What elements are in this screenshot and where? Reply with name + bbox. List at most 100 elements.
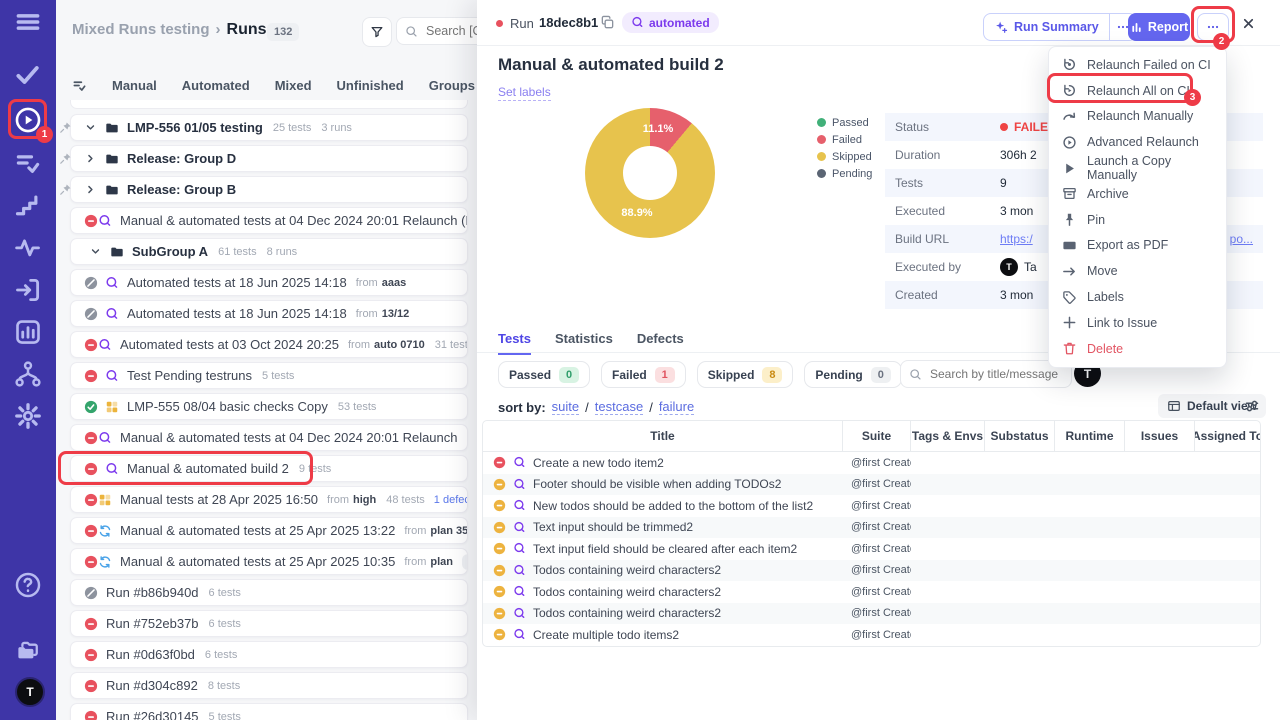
column-header[interactable]: Substatus [985,421,1055,451]
column-header[interactable]: Assigned To [1195,421,1260,451]
table-row[interactable]: New todos should be added to the bottom … [483,495,1260,517]
menu-item-pin[interactable]: Pin [1049,207,1226,233]
close-icon[interactable] [1241,16,1256,31]
group-row[interactable]: LMP-556 01/05 testing 25 tests 3 runs [70,114,468,141]
build-url-link[interactable]: https:/ [1000,232,1033,246]
run-row[interactable]: Manual tests at 28 Apr 2025 16:50 from hig… [70,486,468,513]
menu-item-advanced-relaunch[interactable]: Advanced Relaunch [1049,129,1226,155]
app-root: T Mixed Runs testing › Runs 132 Manual Auto… [0,0,1280,720]
sidebar-analytics-icon[interactable] [14,318,42,346]
sidebar-activity-icon[interactable] [14,233,42,261]
run-row[interactable]: Run #b86b940d 6 tests [70,579,468,606]
breadcrumb-project[interactable]: Mixed Runs testing [72,21,210,38]
view-settings-icon[interactable] [1244,398,1260,414]
column-header[interactable]: Tags & Envs [911,421,985,451]
menu-item-labels[interactable]: Labels [1049,284,1226,310]
run-row[interactable]: Manual & automated tests at 04 Dec 2024 … [70,424,468,451]
breadcrumb-section[interactable]: Runs [227,21,267,38]
sidebar-user-avatar[interactable]: T [15,677,45,707]
from-label: from [347,338,370,351]
export-pdf-icon: PDF [1062,238,1077,253]
group-row[interactable]: Release: Group D [70,145,468,172]
table-row[interactable]: Create a new todo item2 @first Create ... [483,452,1260,474]
table-row[interactable]: Footer should be visible when adding TOD… [483,473,1260,495]
table-row[interactable]: Todos containing weird characters2 @first… [483,581,1260,603]
report-button[interactable]: Report [1128,13,1190,41]
menu-item-relaunch-manually[interactable]: Relaunch Manually [1049,104,1226,130]
group-row[interactable]: SubGroup A 61 tests 8 runs [70,238,468,265]
filter-chip-pending[interactable]: Pending 0 [804,361,902,388]
run-row[interactable]: Automated tests at 18 Jun 2025 14:18 from… [70,269,468,296]
runs-tab-manual[interactable]: Manual [112,78,157,93]
runs-tab-groups[interactable]: Groups [429,78,475,93]
sidebar-results-icon[interactable] [14,61,42,89]
table-row[interactable]: Create multiple todo items2 @first Create… [483,624,1260,646]
table-row[interactable]: Todos containing weird characters2 @first… [483,602,1260,624]
menu-item-move[interactable]: Move [1049,258,1226,284]
sidebar-projects-icon[interactable] [14,637,42,665]
sidebar-import-icon[interactable] [14,276,42,304]
menu-item-relaunch-failed-on-ci[interactable]: Relaunch Failed on CI [1049,52,1226,78]
sort-link-suite[interactable]: suite [551,399,580,415]
runs-tab-mixed[interactable]: Mixed [275,78,312,93]
set-labels-link[interactable]: Set labels [498,85,551,101]
tests-search-input[interactable] [928,366,1062,382]
run-row[interactable]: Run #26d30145 5 tests [70,703,468,720]
table-row[interactable]: Text input field should be cleared after… [483,538,1260,560]
sidebar-test-cases-icon[interactable] [14,149,42,177]
menu-item-delete[interactable]: Delete [1049,336,1226,362]
chevron-down-icon[interactable] [89,245,102,258]
chevron-right-icon[interactable] [84,152,97,165]
table-row[interactable]: Text input should be trimmed2 @first Crea… [483,516,1260,538]
more-actions-button[interactable] [1197,13,1229,41]
column-header[interactable]: Suite [843,421,911,451]
filter-button[interactable] [362,17,392,47]
run-row[interactable]: Run #0d63f0bd 6 tests [70,641,468,668]
build-url-link-end[interactable]: po... [1230,232,1253,246]
menu-item-launch-a-copy-manually[interactable]: Launch a Copy Manually [1049,154,1226,182]
run-row[interactable]: Automated tests at 03 Oct 2024 20:25 from… [70,331,468,358]
column-header[interactable]: Runtime [1055,421,1125,451]
table-row[interactable]: Todos containing weird characters2 @first… [483,559,1260,581]
column-header[interactable]: Title [483,421,843,451]
run-row[interactable]: Manual & automated tests at 25 Apr 2025 … [70,517,468,544]
sort-link-testcase[interactable]: testcase [594,399,644,415]
chevron-down-icon[interactable] [84,121,97,134]
sidebar-settings-icon[interactable] [14,402,42,430]
from-value: auto 0710 [373,338,425,351]
runs-tab-automated[interactable]: Automated [182,78,250,93]
column-header[interactable]: Issues [1125,421,1195,451]
chevron-right-icon[interactable] [84,183,97,196]
sidebar-steps-icon[interactable] [14,191,42,219]
runs-tab-unfinished[interactable]: Unfinished [337,78,404,93]
filter-chip-skipped[interactable]: Skipped 8 [696,361,794,388]
sidebar-help-icon[interactable] [14,571,42,599]
group-row[interactable]: Release: Group B [70,176,468,203]
menu-item-link-to-issue[interactable]: Link to Issue [1049,310,1226,336]
filter-chip-passed[interactable]: Passed 0 [498,361,591,388]
run-row[interactable]: Automated tests at 18 Jun 2025 14:18 from… [70,300,468,327]
sidebar-branches-icon[interactable] [14,360,42,388]
run-row[interactable]: LMP-555 08/04 basic checks Copy 53 tests [70,393,468,420]
run-row[interactable]: Test Pending testruns 5 tests [70,362,468,389]
defects-link[interactable]: 1 defects [434,494,467,506]
menu-item-relaunch-all-on-ci[interactable]: Relaunch All on CI [1049,78,1226,104]
runs-filter-tabs: Manual Automated Mixed Unfinished Groups [72,74,475,96]
donut-hole [623,146,677,200]
automated-icon [631,16,644,29]
menu-item-archive[interactable]: Archive [1049,181,1226,207]
menu-item-export-as-pdf[interactable]: PDF Export as PDF [1049,233,1226,259]
run-row[interactable]: Run #d304c892 8 tests [70,672,468,699]
run-row[interactable]: Manual & automated build 2 9 tests [70,455,468,482]
copy-icon[interactable] [600,15,615,30]
filter-chip-failed[interactable]: Failed 1 [601,361,686,388]
sidebar-menu-icon[interactable] [14,8,42,36]
run-summary-button[interactable]: Run Summary [983,13,1137,41]
select-runs-icon[interactable] [72,78,87,93]
run-row[interactable]: Manual & automated tests at 25 Apr 2025 … [70,548,468,575]
sidebar-runs-icon[interactable] [14,106,42,134]
run-row[interactable]: Run #752eb37b 6 tests [70,610,468,637]
sort-link-failure[interactable]: failure [658,399,695,415]
tests-search[interactable] [900,360,1072,388]
run-row[interactable]: Manual & automated tests at 04 Dec 2024 … [70,207,468,234]
